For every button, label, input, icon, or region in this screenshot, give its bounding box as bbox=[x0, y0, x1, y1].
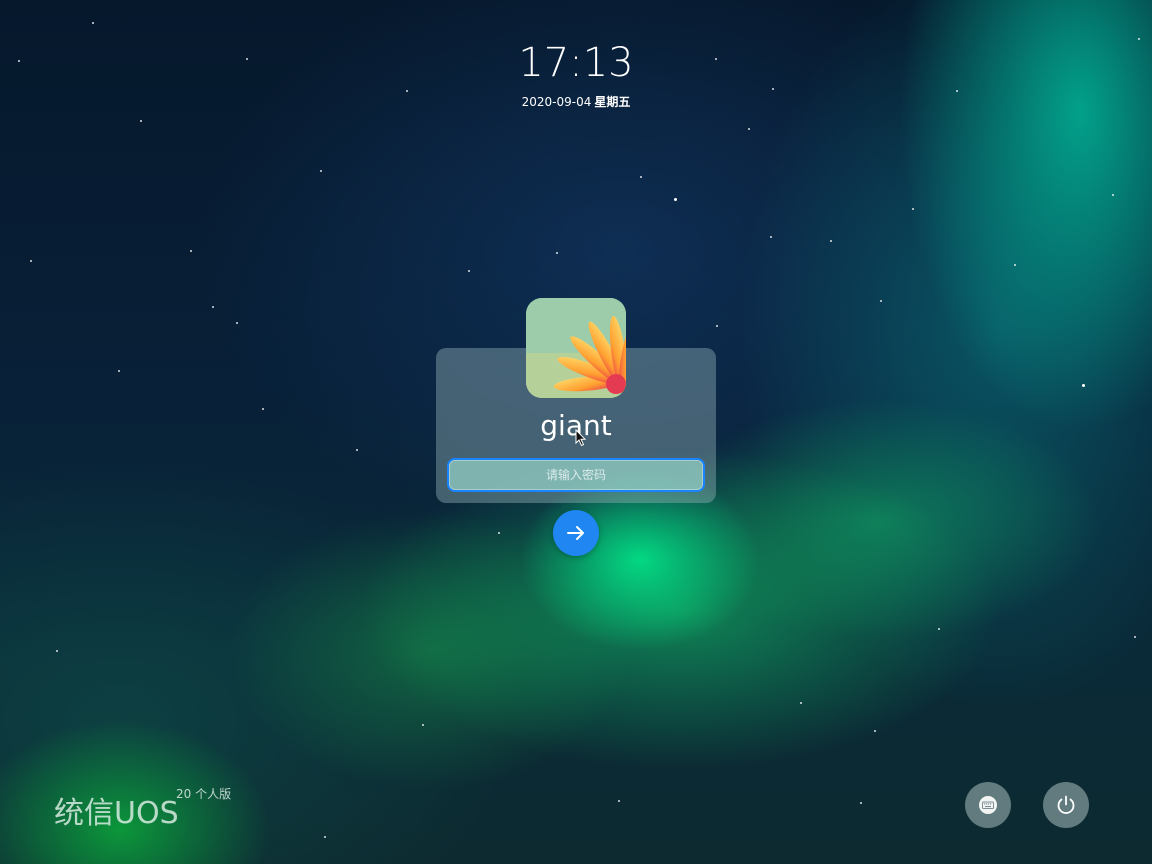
edition-label: 20 个人版 bbox=[176, 787, 232, 801]
arrow-right-icon bbox=[567, 526, 584, 540]
mouse-cursor-icon bbox=[575, 429, 587, 447]
keyboard-icon bbox=[979, 796, 997, 814]
clock-time: 17:13 bbox=[518, 40, 634, 86]
weekday-text: 星期五 bbox=[594, 95, 631, 109]
password-input[interactable] bbox=[449, 460, 703, 490]
brand-logo: 统信UOS bbox=[54, 796, 179, 831]
power-icon bbox=[1057, 795, 1075, 814]
power-button[interactable] bbox=[1043, 782, 1089, 828]
date-display: 2020-09-04 星期五 bbox=[0, 93, 1152, 110]
keyboard-layout-button[interactable] bbox=[965, 782, 1011, 828]
submit-button[interactable] bbox=[553, 510, 599, 556]
password-field[interactable] bbox=[447, 458, 705, 492]
flower-avatar-icon bbox=[526, 298, 626, 398]
date-text: 2020-09-04 bbox=[521, 95, 592, 109]
user-avatar[interactable] bbox=[526, 298, 626, 398]
